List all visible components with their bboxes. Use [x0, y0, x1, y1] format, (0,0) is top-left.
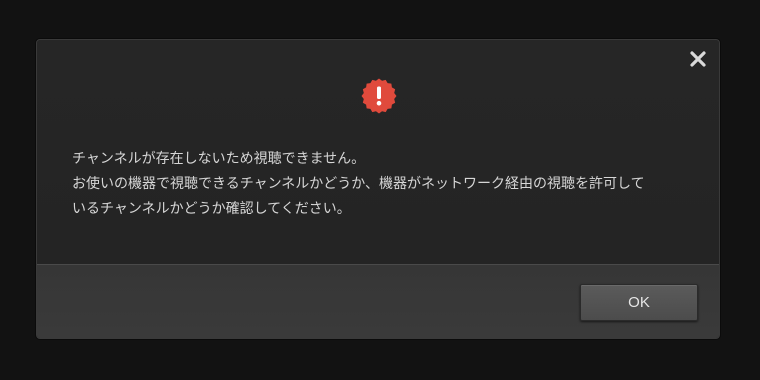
- ok-button[interactable]: OK: [580, 284, 698, 321]
- dialog-body: チャンネルが存在しないため視聴できません。 お使いの機器で視聴できるチャンネルか…: [37, 40, 719, 264]
- close-button[interactable]: [689, 50, 707, 68]
- message-line: いるチャンネルかどうか確認してください。: [72, 201, 351, 217]
- message-line: チャンネルが存在しないため視聴できません。: [72, 151, 366, 167]
- alert-icon: [361, 78, 397, 114]
- error-message: チャンネルが存在しないため視聴できません。 お使いの機器で視聴できるチャンネルか…: [72, 147, 702, 222]
- dialog-footer: OK: [37, 264, 719, 338]
- close-icon: [690, 51, 706, 67]
- error-dialog: チャンネルが存在しないため視聴できません。 お使いの機器で視聴できるチャンネルか…: [36, 39, 720, 339]
- message-line: お使いの機器で視聴できるチャンネルかどうか、機器がネットワーク経由の視聴を許可し…: [72, 176, 645, 192]
